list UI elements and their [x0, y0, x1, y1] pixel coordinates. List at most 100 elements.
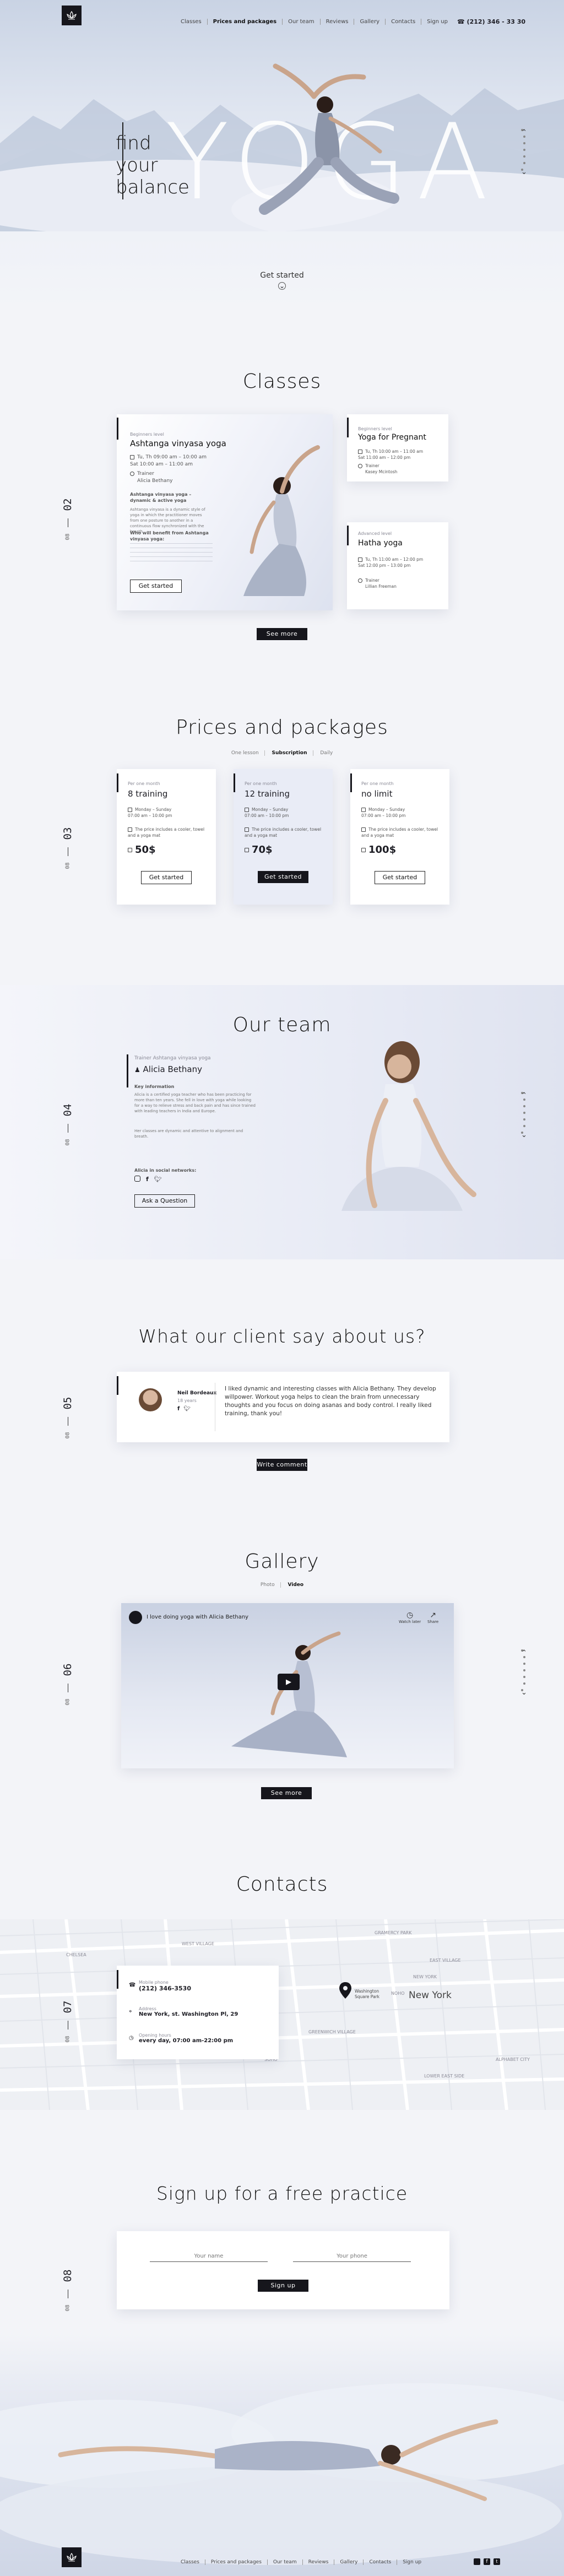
class-get-started-button[interactable]: Get started: [130, 580, 182, 593]
price-tag-icon: [128, 848, 132, 852]
calendar-icon: [130, 454, 134, 459]
chevron-down-icon[interactable]: ⌄: [521, 1689, 527, 1697]
facebook-icon[interactable]: f: [484, 2558, 490, 2565]
name-field[interactable]: [150, 2251, 268, 2262]
chevron-up-icon[interactable]: ⌃: [521, 1092, 527, 1100]
tab-video[interactable]: Video: [282, 1582, 309, 1588]
footer-logo[interactable]: [62, 2547, 82, 2567]
gallery-video-player[interactable]: I love doing yoga with Alicia Bethany ◷ W…: [121, 1603, 454, 1768]
signup-title: Sign up for a free practice: [156, 2183, 408, 2204]
twitter-icon[interactable]: 🐦︎: [183, 1406, 191, 1412]
towel-icon: [128, 827, 132, 832]
footer-nav-prices[interactable]: Prices and packages: [205, 2559, 268, 2565]
class-card-hatha: Advanced level Hatha yoga Tu, Th 11:00 a…: [347, 522, 448, 609]
section-counter: 03 08: [62, 827, 74, 869]
prices-tabs: One lesson Subscription Daily: [0, 750, 564, 756]
phone-field[interactable]: [293, 2251, 411, 2262]
share-icon: ↗: [430, 1611, 436, 1620]
plan-card-unlimited: Per one month no limit Monday – Sunday 0…: [350, 769, 449, 905]
plan-get-started-button[interactable]: Get started: [375, 871, 425, 884]
footer-reclining-figure: [58, 2419, 498, 2501]
clock-icon: ◷: [406, 1611, 414, 1620]
nav-prices[interactable]: Prices and packages: [208, 19, 283, 25]
reviews-title: What our client say about us?: [138, 1325, 426, 1347]
tab-one-lesson[interactable]: One lesson: [225, 750, 265, 756]
map-pin-icon: ⌖: [129, 2009, 132, 2015]
site-logo[interactable]: [62, 6, 82, 25]
signup-form: Sign up: [117, 2231, 449, 2309]
chevron-up-icon[interactable]: ⌃: [521, 129, 527, 137]
twitter-icon[interactable]: t: [494, 2558, 500, 2565]
tab-photo[interactable]: Photo: [254, 1582, 281, 1588]
class-card-main: Beginners level Ashtanga vinyasa yoga Tu…: [117, 414, 333, 610]
tab-daily[interactable]: Daily: [314, 750, 338, 756]
footer-nav-reviews[interactable]: Reviews: [303, 2559, 335, 2565]
hero-yoga-figure: [259, 63, 399, 215]
gallery-title: Gallery: [245, 1550, 319, 1573]
plan-get-started-button[interactable]: Get started: [258, 871, 308, 883]
twitter-icon[interactable]: 🐦︎: [154, 1176, 162, 1183]
avatar: [139, 1388, 162, 1411]
footer-nav-classes[interactable]: Classes: [175, 2559, 205, 2565]
map-pin-icon[interactable]: [339, 1982, 351, 1999]
towel-icon: [245, 827, 249, 832]
facebook-icon[interactable]: f: [146, 1176, 149, 1183]
class-yoga-figure: [243, 445, 320, 596]
classes-title: Classes: [242, 370, 322, 393]
user-icon: [358, 578, 362, 583]
calendar-icon: [245, 808, 249, 812]
towel-icon: [361, 827, 366, 832]
calendar-icon: [358, 558, 362, 562]
watch-later-button[interactable]: ◷ Watch later: [399, 1611, 421, 1624]
write-comment-button[interactable]: Write comment: [257, 1459, 307, 1471]
ask-question-button[interactable]: Ask a Question: [134, 1194, 195, 1208]
play-button[interactable]: ▶: [278, 1674, 300, 1690]
hero-slider-dots[interactable]: ⌃ ⌄: [521, 127, 528, 176]
nav-gallery[interactable]: Gallery: [354, 19, 386, 25]
nav-contacts[interactable]: Contacts: [386, 19, 422, 25]
video-yoga-figure: [231, 1631, 347, 1757]
calendar-icon: [358, 450, 362, 454]
footer-hero: Classes Prices and packages Our team Rev…: [0, 2334, 564, 2576]
plan-card-12: Per one month 12 training Monday – Sunda…: [234, 769, 333, 905]
instagram-icon[interactable]: [474, 2558, 480, 2565]
phone-icon: ☎: [129, 1982, 136, 1988]
footer-nav-signup[interactable]: Sign up: [397, 2559, 427, 2565]
chevron-down-icon[interactable]: ⌄: [521, 169, 527, 176]
signup-button[interactable]: Sign up: [258, 2280, 308, 2292]
plan-get-started-button[interactable]: Get started: [141, 871, 192, 884]
chevron-up-icon[interactable]: ⌃: [521, 1649, 527, 1657]
chevron-down-icon: ⌄: [278, 282, 286, 290]
nav-signup[interactable]: Sign up: [421, 19, 453, 25]
classes-see-more-button[interactable]: See more: [257, 628, 307, 640]
footer-nav-contacts[interactable]: Contacts: [364, 2559, 398, 2565]
header-phone[interactable]: ☎ (212) 346 - 33 30: [457, 18, 525, 25]
section-counter: 08 08: [62, 2269, 74, 2312]
share-button[interactable]: ↗ Share: [427, 1611, 438, 1624]
hero-cta[interactable]: Get started ⌄: [254, 271, 310, 290]
nav-reviews[interactable]: Reviews: [321, 19, 355, 25]
lotus-logo-icon: [67, 2552, 77, 2562]
chevron-down-icon[interactable]: ⌄: [521, 1132, 527, 1139]
facebook-icon[interactable]: f: [177, 1406, 180, 1412]
main-nav: Classes Prices and packages Our team Rev…: [175, 19, 453, 25]
nav-classes[interactable]: Classes: [175, 19, 208, 25]
team-slider-dots[interactable]: ⌃ ⌄: [521, 1090, 528, 1139]
gallery-slider-dots[interactable]: ⌃ ⌄: [521, 1647, 528, 1697]
play-icon: ▶: [286, 1677, 291, 1686]
price-tag-icon: [361, 848, 366, 852]
instagram-icon[interactable]: [134, 1176, 140, 1182]
team-social-links: f 🐦︎: [134, 1176, 162, 1183]
footer-nav-gallery[interactable]: Gallery: [334, 2559, 364, 2565]
video-avatar: [129, 1611, 142, 1624]
team-trainer-photo: [341, 1041, 476, 1211]
map-streets: [0, 1919, 564, 2110]
contact-phone-link[interactable]: (212) 346-3530: [139, 1985, 191, 1992]
contacts-title: Contacts: [236, 1873, 328, 1896]
gallery-see-more-button[interactable]: See more: [261, 1787, 312, 1799]
section-counter: 06 08: [62, 1663, 74, 1706]
nav-team[interactable]: Our team: [283, 19, 321, 25]
tab-subscription[interactable]: Subscription: [266, 750, 313, 756]
contacts-map[interactable]: WEST VILLAGE GREENWICH VILLAGE NOHO SOHO…: [0, 1919, 564, 2110]
footer-nav-team[interactable]: Our team: [268, 2559, 303, 2565]
